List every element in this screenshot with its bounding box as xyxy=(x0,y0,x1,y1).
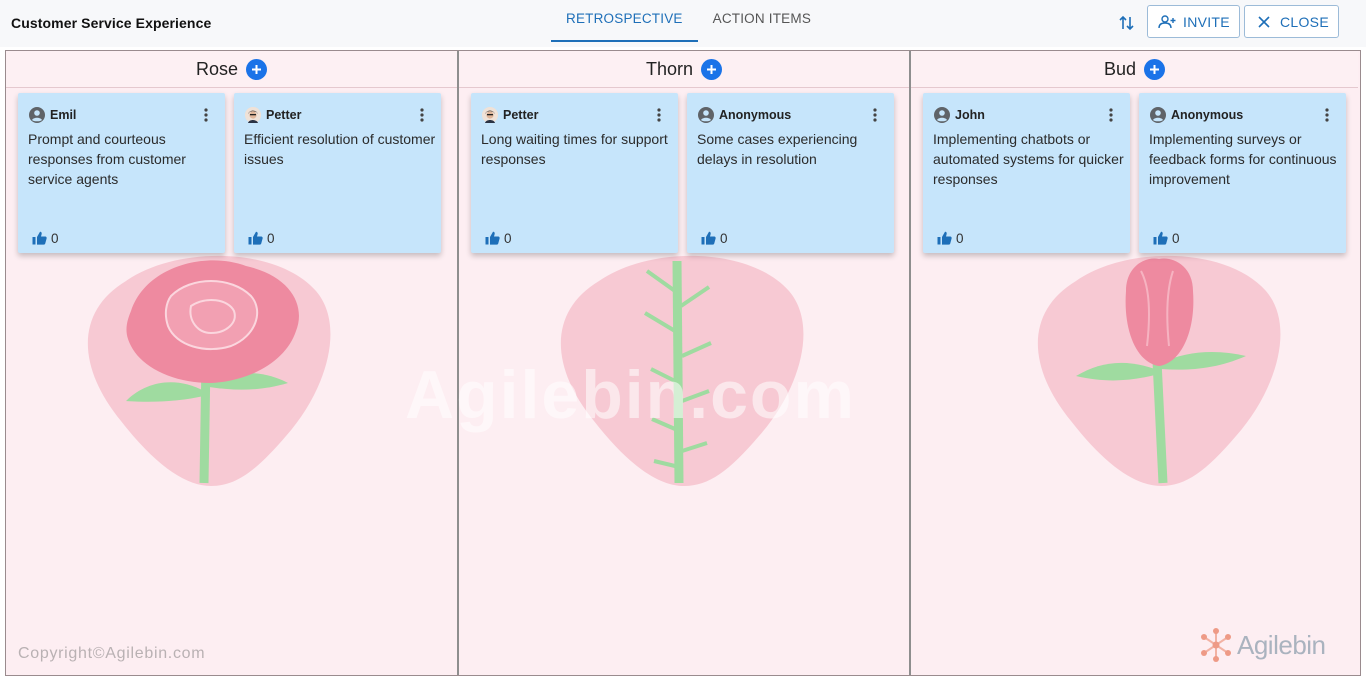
thumbs-up-icon xyxy=(1153,231,1168,245)
column-header: Bud xyxy=(911,51,1358,88)
person-icon xyxy=(29,107,45,123)
card-author: Emil xyxy=(50,108,77,122)
like-count: 0 xyxy=(1172,230,1180,246)
card-header: Petter xyxy=(245,106,301,124)
person-icon xyxy=(934,107,950,123)
bud-illustration xyxy=(1037,255,1281,486)
add-card-button[interactable] xyxy=(1144,58,1166,80)
like-count: 0 xyxy=(956,230,964,246)
like-button[interactable]: 0 xyxy=(1153,230,1180,246)
sort-button[interactable] xyxy=(1114,11,1140,35)
plus-icon xyxy=(252,64,262,74)
card-header: Emil xyxy=(29,106,76,124)
brand-name: Agilebin xyxy=(1237,629,1326,660)
card-header: Anonymous xyxy=(1150,106,1243,124)
card-text: Prompt and courteous responses from cust… xyxy=(28,131,186,187)
like-button[interactable]: 0 xyxy=(248,230,275,246)
card-author: Petter xyxy=(266,108,302,122)
like-count: 0 xyxy=(720,230,728,246)
more-vert-icon[interactable] xyxy=(653,106,665,124)
column-title: Thorn xyxy=(645,58,694,79)
top-bar: Customer Service Experience RETROSPECTIV… xyxy=(0,0,1366,47)
person-icon xyxy=(1150,107,1166,123)
card-header: John xyxy=(934,106,985,124)
close-button[interactable]: CLOSE xyxy=(1244,5,1339,38)
copyright-text: Copyright©Agilebin.com xyxy=(18,645,206,662)
thumbs-up-icon xyxy=(32,231,47,245)
watermark: Agilebin.com xyxy=(405,357,856,433)
retro-card[interactable]: Petter Efficient resolution of customer … xyxy=(234,93,441,253)
page-title: Customer Service Experience xyxy=(11,15,212,31)
more-vert-icon[interactable] xyxy=(416,106,428,124)
card-header: Petter xyxy=(482,106,538,124)
like-button[interactable]: 0 xyxy=(701,230,728,246)
retro-card[interactable]: Petter Long waiting times for support re… xyxy=(471,93,678,253)
sort-arrows-icon xyxy=(1119,15,1134,31)
brand-logo: Agilebin xyxy=(1197,627,1326,663)
retro-card[interactable]: Anonymous Some cases experiencing delays… xyxy=(687,93,894,253)
molecule-logo-icon xyxy=(1201,628,1231,662)
card-list: Petter Long waiting times for support re… xyxy=(459,88,909,253)
card-text: Implementing surveys or feedback forms f… xyxy=(1149,131,1337,187)
retro-card[interactable]: Anonymous Implementing surveys or feedba… xyxy=(1139,93,1346,253)
tab-retrospective[interactable]: RETROSPECTIVE xyxy=(551,0,698,42)
add-card-button[interactable] xyxy=(701,58,723,80)
like-button[interactable]: 0 xyxy=(937,230,964,246)
add-person-icon xyxy=(1158,14,1176,28)
column-header: Rose xyxy=(6,51,457,88)
photo-avatar xyxy=(482,107,498,123)
column-title: Bud xyxy=(1103,58,1137,79)
rose-illustration xyxy=(87,255,331,486)
like-button[interactable]: 0 xyxy=(32,230,59,246)
close-icon xyxy=(1258,15,1270,28)
card-author: Anonymous xyxy=(1171,108,1244,122)
more-vert-icon[interactable] xyxy=(1321,106,1333,124)
person-icon xyxy=(698,107,714,123)
like-button[interactable]: 0 xyxy=(485,230,512,246)
photo-avatar xyxy=(245,107,261,123)
add-card-button[interactable] xyxy=(246,58,268,80)
more-vert-icon[interactable] xyxy=(869,106,881,124)
more-vert-icon[interactable] xyxy=(1105,106,1117,124)
close-label: CLOSE xyxy=(1280,13,1329,30)
plus-icon xyxy=(707,64,717,74)
card-author: Petter xyxy=(503,108,539,122)
column-header: Thorn xyxy=(459,51,909,88)
card-author: Anonymous xyxy=(719,108,792,122)
invite-label: INVITE xyxy=(1183,13,1230,30)
thumbs-up-icon xyxy=(937,231,952,245)
tab-action-items[interactable]: ACTION ITEMS xyxy=(698,0,826,42)
column-title: Rose xyxy=(195,58,239,79)
like-count: 0 xyxy=(267,230,275,246)
plus-icon xyxy=(1150,64,1160,74)
retro-card[interactable]: John Implementing chatbots or automated … xyxy=(923,93,1130,253)
card-text: Long waiting times for support responses xyxy=(481,131,668,167)
thumbs-up-icon xyxy=(701,231,716,245)
card-author: John xyxy=(955,108,985,122)
like-count: 0 xyxy=(51,230,59,246)
card-list: Emil Prompt and courteous responses from… xyxy=(6,88,457,253)
column-bud: Bud John Implementing chatbots or automa… xyxy=(909,51,1358,675)
like-count: 0 xyxy=(504,230,512,246)
tab-bar: RETROSPECTIVE ACTION ITEMS xyxy=(551,0,826,42)
column-rose: Rose Emil Prompt and courteous responses… xyxy=(6,51,457,675)
thumbs-up-icon xyxy=(485,231,500,245)
card-text: Efficient resolution of customer issues xyxy=(244,131,436,167)
card-list: John Implementing chatbots or automated … xyxy=(911,88,1358,253)
thumbs-up-icon xyxy=(248,231,263,245)
invite-button[interactable]: INVITE xyxy=(1147,5,1240,38)
card-text: Implementing chatbots or automated syste… xyxy=(933,131,1124,187)
card-header: Anonymous xyxy=(698,106,791,124)
retro-card[interactable]: Emil Prompt and courteous responses from… xyxy=(18,93,225,253)
more-vert-icon[interactable] xyxy=(200,106,212,124)
card-text: Some cases experiencing delays in resolu… xyxy=(697,131,858,167)
